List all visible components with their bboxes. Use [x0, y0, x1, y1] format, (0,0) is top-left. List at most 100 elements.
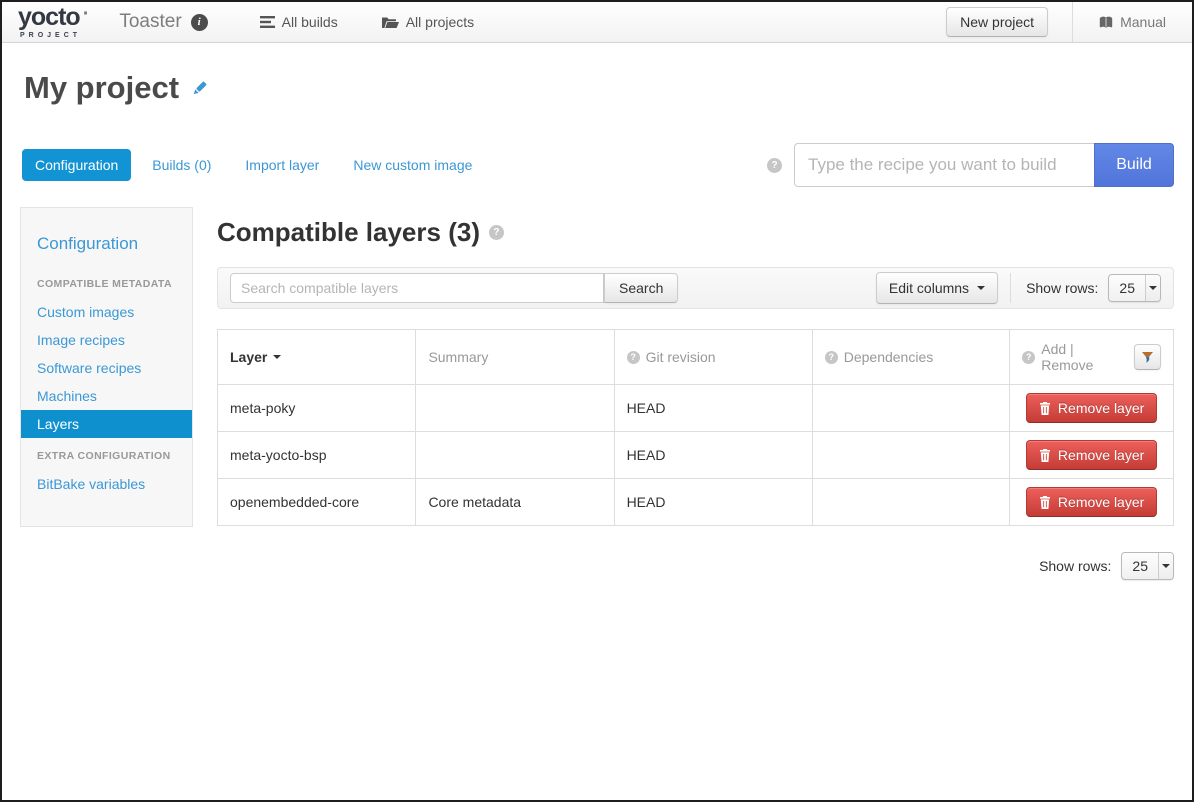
remove-layer-label: Remove layer	[1058, 447, 1144, 463]
yocto-logo[interactable]: yocto · PROJECT	[18, 5, 89, 39]
summary-cell: Core metadata	[416, 479, 614, 526]
table-header-row: Layer Summary ? Git revision	[218, 330, 1174, 385]
git-revision-header-label: Git revision	[646, 349, 716, 365]
logo-dot: ·	[83, 5, 90, 23]
all-builds-link[interactable]: All builds	[260, 14, 338, 30]
tab-configuration[interactable]: Configuration	[22, 149, 131, 181]
logo-subtext: PROJECT	[18, 32, 89, 39]
compatible-layers-heading: Compatible layers (3)	[217, 217, 480, 248]
tab-import-layer[interactable]: Import layer	[232, 149, 332, 181]
tab-new-custom-image[interactable]: New custom image	[340, 149, 485, 181]
filter-funnel-icon	[1142, 352, 1153, 363]
trash-icon	[1039, 496, 1051, 509]
nav-links: All builds All projects	[260, 14, 519, 30]
sidebar-item-software-recipes[interactable]: Software recipes	[21, 354, 192, 382]
project-tabs: Configuration Builds (0) Import layer Ne…	[22, 149, 485, 181]
layer-header-label: Layer	[230, 349, 267, 365]
show-rows-label: Show rows:	[1039, 558, 1111, 574]
remove-layer-button[interactable]: Remove layer	[1026, 393, 1157, 423]
bottom-pagination: Show rows: 25	[217, 552, 1174, 580]
table-row: meta-yocto-bsp HEAD Remove layer	[218, 432, 1174, 479]
action-cell: Remove layer	[1010, 479, 1174, 526]
remove-layer-label: Remove layer	[1058, 494, 1144, 510]
layer-cell: openembedded-core	[218, 479, 416, 526]
action-cell: Remove layer	[1010, 385, 1174, 432]
dependencies-cell	[812, 385, 1010, 432]
sidebar-item-custom-images[interactable]: Custom images	[21, 298, 192, 326]
sidebar-item-configuration[interactable]: Configuration	[21, 224, 192, 266]
manual-label: Manual	[1120, 14, 1166, 30]
page-title: My project	[24, 70, 179, 106]
select-caret-icon	[1145, 275, 1160, 301]
info-icon[interactable]: i	[191, 14, 208, 31]
manual-link[interactable]: Manual	[1073, 14, 1192, 30]
column-header-add-remove: ? Add | Remove	[1010, 330, 1174, 385]
sidebar-item-layers[interactable]: Layers	[21, 410, 192, 438]
all-builds-label: All builds	[282, 14, 338, 30]
column-header-dependencies: ? Dependencies	[812, 330, 1010, 385]
edit-columns-label: Edit columns	[889, 280, 969, 296]
filter-button[interactable]	[1134, 344, 1161, 370]
add-remove-help-icon[interactable]: ?	[1022, 351, 1035, 364]
column-header-layer[interactable]: Layer	[218, 330, 416, 385]
app-name: Toaster	[119, 11, 181, 33]
search-layers-input[interactable]	[230, 273, 604, 303]
show-rows-select-bottom[interactable]: 25	[1121, 552, 1174, 580]
table-row: meta-poky HEAD Remove layer	[218, 385, 1174, 432]
yocto-logo-top: yocto ·	[18, 5, 89, 30]
compatible-layers-table: Layer Summary ? Git revision	[217, 329, 1174, 526]
edit-columns-button[interactable]: Edit columns	[876, 272, 998, 304]
tab-builds[interactable]: Builds (0)	[139, 149, 224, 181]
show-rows-select[interactable]: 25	[1108, 274, 1161, 302]
summary-cell	[416, 432, 614, 479]
new-project-button[interactable]: New project	[946, 7, 1048, 37]
sidebar-item-machines[interactable]: Machines	[21, 382, 192, 410]
build-recipe-input[interactable]	[794, 143, 1094, 187]
git-revision-cell: HEAD	[614, 479, 812, 526]
compatible-layers-help-icon[interactable]: ?	[489, 225, 504, 240]
remove-layer-button[interactable]: Remove layer	[1026, 440, 1157, 470]
edit-title-pencil-icon[interactable]	[191, 80, 208, 97]
dependencies-cell	[812, 479, 1010, 526]
column-header-git-revision: ? Git revision	[614, 330, 812, 385]
sidebar-item-bitbake-variables[interactable]: BitBake variables	[21, 470, 192, 498]
layer-cell: meta-yocto-bsp	[218, 432, 416, 479]
git-revision-cell: HEAD	[614, 385, 812, 432]
trash-icon	[1039, 402, 1051, 415]
tabs-row: Configuration Builds (0) Import layer Ne…	[20, 143, 1174, 187]
show-rows-value: 25	[1122, 553, 1158, 579]
table-controls-panel: Search Edit columns Show rows: 25	[217, 267, 1174, 309]
column-header-summary: Summary	[416, 330, 614, 385]
select-caret-icon	[1158, 553, 1173, 579]
search-button[interactable]: Search	[604, 273, 678, 303]
sidebar-item-image-recipes[interactable]: Image recipes	[21, 326, 192, 354]
remove-layer-label: Remove layer	[1058, 400, 1144, 416]
summary-header-label: Summary	[428, 349, 488, 365]
top-navbar: yocto · PROJECT Toaster i All builds All…	[2, 2, 1192, 43]
sidebar-heading-extra-configuration: EXTRA CONFIGURATION	[21, 438, 192, 470]
remove-layer-button[interactable]: Remove layer	[1026, 487, 1157, 517]
summary-cell	[416, 385, 614, 432]
main-panel: Compatible layers (3) ? Search Edit colu…	[217, 207, 1174, 580]
main-heading-row: Compatible layers (3) ?	[217, 217, 1174, 248]
layer-cell: meta-poky	[218, 385, 416, 432]
all-projects-link[interactable]: All projects	[382, 14, 474, 30]
folder-open-icon	[382, 16, 399, 28]
builds-list-icon	[260, 16, 275, 28]
build-help-icon[interactable]: ?	[767, 158, 782, 173]
build-form: ? Build	[767, 143, 1174, 187]
show-rows-label: Show rows:	[1026, 280, 1098, 296]
content-row: Configuration COMPATIBLE METADATA Custom…	[20, 207, 1174, 580]
git-revision-help-icon[interactable]: ?	[627, 351, 640, 364]
app-window: yocto · PROJECT Toaster i All builds All…	[0, 0, 1194, 802]
build-button[interactable]: Build	[1094, 143, 1174, 187]
dependencies-help-icon[interactable]: ?	[825, 351, 838, 364]
sort-caret-icon	[273, 355, 281, 359]
configuration-sidebar: Configuration COMPATIBLE METADATA Custom…	[20, 207, 193, 527]
sidebar-heading-compatible-metadata: COMPATIBLE METADATA	[21, 266, 192, 298]
dependencies-header-label: Dependencies	[844, 349, 934, 365]
table-row: openembedded-core Core metadata HEAD Rem…	[218, 479, 1174, 526]
chevron-down-icon	[977, 286, 985, 290]
all-projects-label: All projects	[406, 14, 474, 30]
book-icon	[1099, 16, 1113, 29]
